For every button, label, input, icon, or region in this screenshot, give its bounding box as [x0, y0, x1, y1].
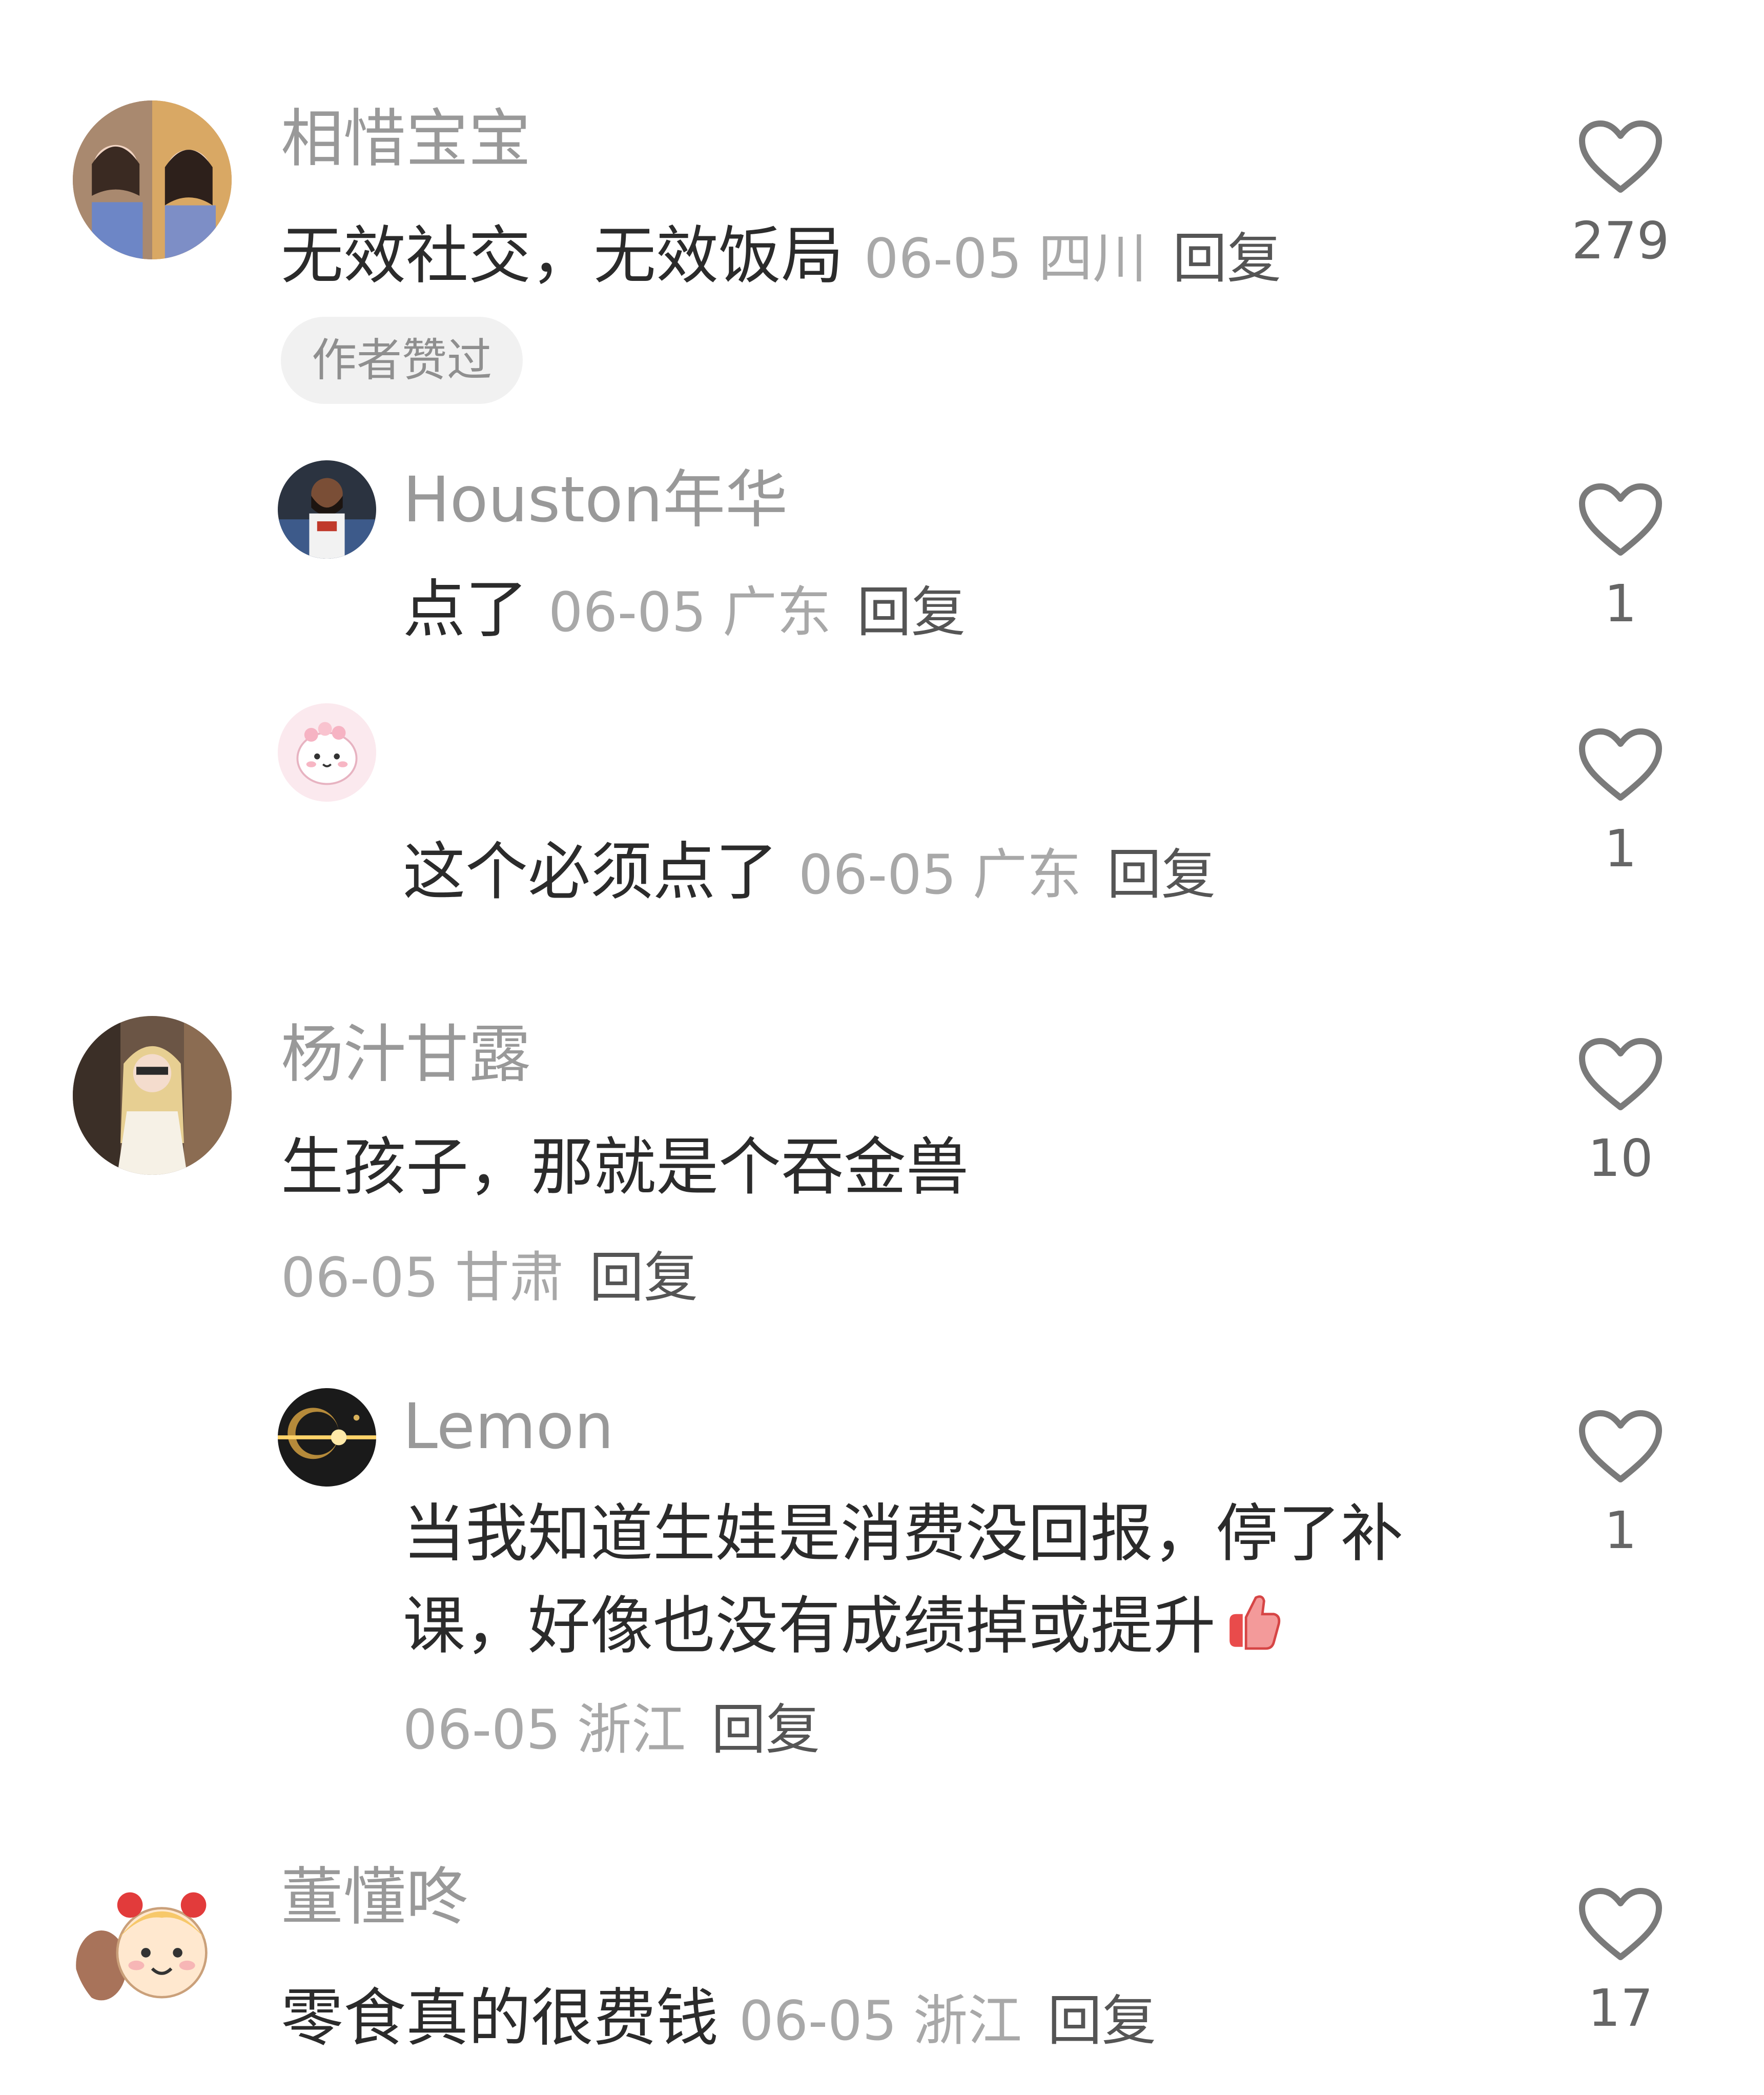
like-button[interactable]: 1 — [1569, 1409, 1672, 1561]
avatar-two-women-photo-icon — [73, 100, 232, 259]
comment-location: 广东 — [973, 843, 1082, 906]
comment-meta: 06-05 浙江 回复 — [403, 1692, 820, 1768]
heart-icon[interactable] — [1577, 1886, 1664, 1963]
comment-body: 无效社交，无效饭局 — [281, 219, 844, 292]
comment-date: 06-05 — [864, 227, 1022, 290]
comment-date: 06-05 — [548, 581, 707, 644]
heart-icon[interactable] — [1577, 727, 1664, 804]
comment-location: 浙江 — [577, 1698, 686, 1761]
avatar[interactable] — [73, 1867, 232, 2026]
like-button[interactable]: 1 — [1569, 482, 1672, 635]
heart-icon[interactable] — [1577, 482, 1664, 559]
like-count: 279 — [1571, 211, 1670, 271]
avatar-pink-cartoon-icon — [278, 703, 376, 802]
like-button[interactable]: 10 — [1569, 1036, 1672, 1189]
comment-body: 这个必须点了 — [403, 836, 778, 908]
reply-button[interactable]: 回复 — [1048, 1989, 1156, 2052]
reply-button[interactable]: 回复 — [711, 1698, 820, 1761]
avatar[interactable] — [278, 703, 376, 802]
comment-text: 无效社交，无效饭局 06-05 四川 回复 — [281, 210, 1281, 304]
comment-text: 点了 06-05 广东 回复 — [403, 564, 966, 658]
comment-username[interactable]: Houston年华 — [403, 461, 788, 538]
comment-text: 零食真的很费钱 06-05 浙江 回复 — [281, 1972, 1156, 2067]
comment-text: 生孩子，那就是个吞金兽 — [281, 1131, 969, 1204]
avatar[interactable] — [73, 100, 232, 259]
like-count: 10 — [1588, 1128, 1653, 1188]
reply-button[interactable]: 回复 — [857, 581, 966, 644]
avatar-basketball-player-photo-icon — [278, 460, 376, 559]
like-button[interactable]: 1 — [1569, 727, 1672, 880]
avatar[interactable] — [73, 1016, 232, 1175]
heart-icon[interactable] — [1577, 1036, 1664, 1113]
comment-body-line: 课，好像也没有成绩掉或提升 — [403, 1580, 1403, 1672]
reply-button[interactable]: 回复 — [1173, 227, 1281, 290]
like-count: 1 — [1604, 819, 1637, 879]
comment-location: 甘肃 — [455, 1246, 564, 1309]
comment-location: 四川 — [1038, 227, 1147, 290]
avatar-blonde-woman-photo-icon — [73, 1016, 232, 1175]
comment-text: 这个必须点了 06-05 广东 回复 — [403, 826, 1216, 921]
comment-username[interactable]: 董懂咚 — [281, 1859, 468, 1936]
like-count: 17 — [1588, 1978, 1653, 2038]
thumbs-up-emoji-icon — [1229, 1595, 1281, 1650]
comment-body: 零食真的很费钱 — [281, 1982, 719, 2055]
comment-date: 06-05 — [281, 1246, 439, 1309]
reply-button[interactable]: 回复 — [1107, 843, 1216, 906]
heart-icon[interactable] — [1577, 1409, 1664, 1486]
avatar[interactable] — [278, 460, 376, 559]
comment-date: 06-05 — [798, 843, 957, 906]
comment-username[interactable]: 相惜宝宝 — [281, 100, 531, 177]
comment-body: 点了 — [403, 573, 528, 646]
comment-username[interactable]: Lemon — [403, 1388, 614, 1465]
author-liked-badge: 作者赞过 — [281, 317, 523, 404]
comment-meta: 06-05 甘肃 回复 — [281, 1239, 698, 1316]
heart-icon[interactable] — [1577, 119, 1664, 196]
like-button[interactable]: 17 — [1569, 1886, 1672, 2039]
avatar-golden-light-photo-icon — [278, 1388, 376, 1487]
comment-body-line: 当我知道生娃是消费没回报，停了补 — [403, 1497, 1403, 1570]
like-button[interactable]: 279 — [1569, 119, 1672, 272]
comment-text: 当我知道生娃是消费没回报，停了补 课，好像也没有成绩掉或提升 — [403, 1488, 1403, 1672]
comment-date: 06-05 — [403, 1698, 561, 1761]
like-count: 1 — [1604, 1500, 1637, 1560]
reply-button[interactable]: 回复 — [589, 1246, 698, 1309]
avatar-cartoon-girl-with-dog-icon — [73, 1867, 232, 2026]
comment-date: 06-05 — [739, 1989, 897, 2052]
comment-username[interactable]: 杨汁甘露 — [281, 1016, 531, 1093]
comment-location: 浙江 — [913, 1989, 1022, 2052]
avatar[interactable] — [278, 1388, 376, 1487]
like-count: 1 — [1604, 574, 1637, 634]
comment-location: 广东 — [723, 581, 832, 644]
